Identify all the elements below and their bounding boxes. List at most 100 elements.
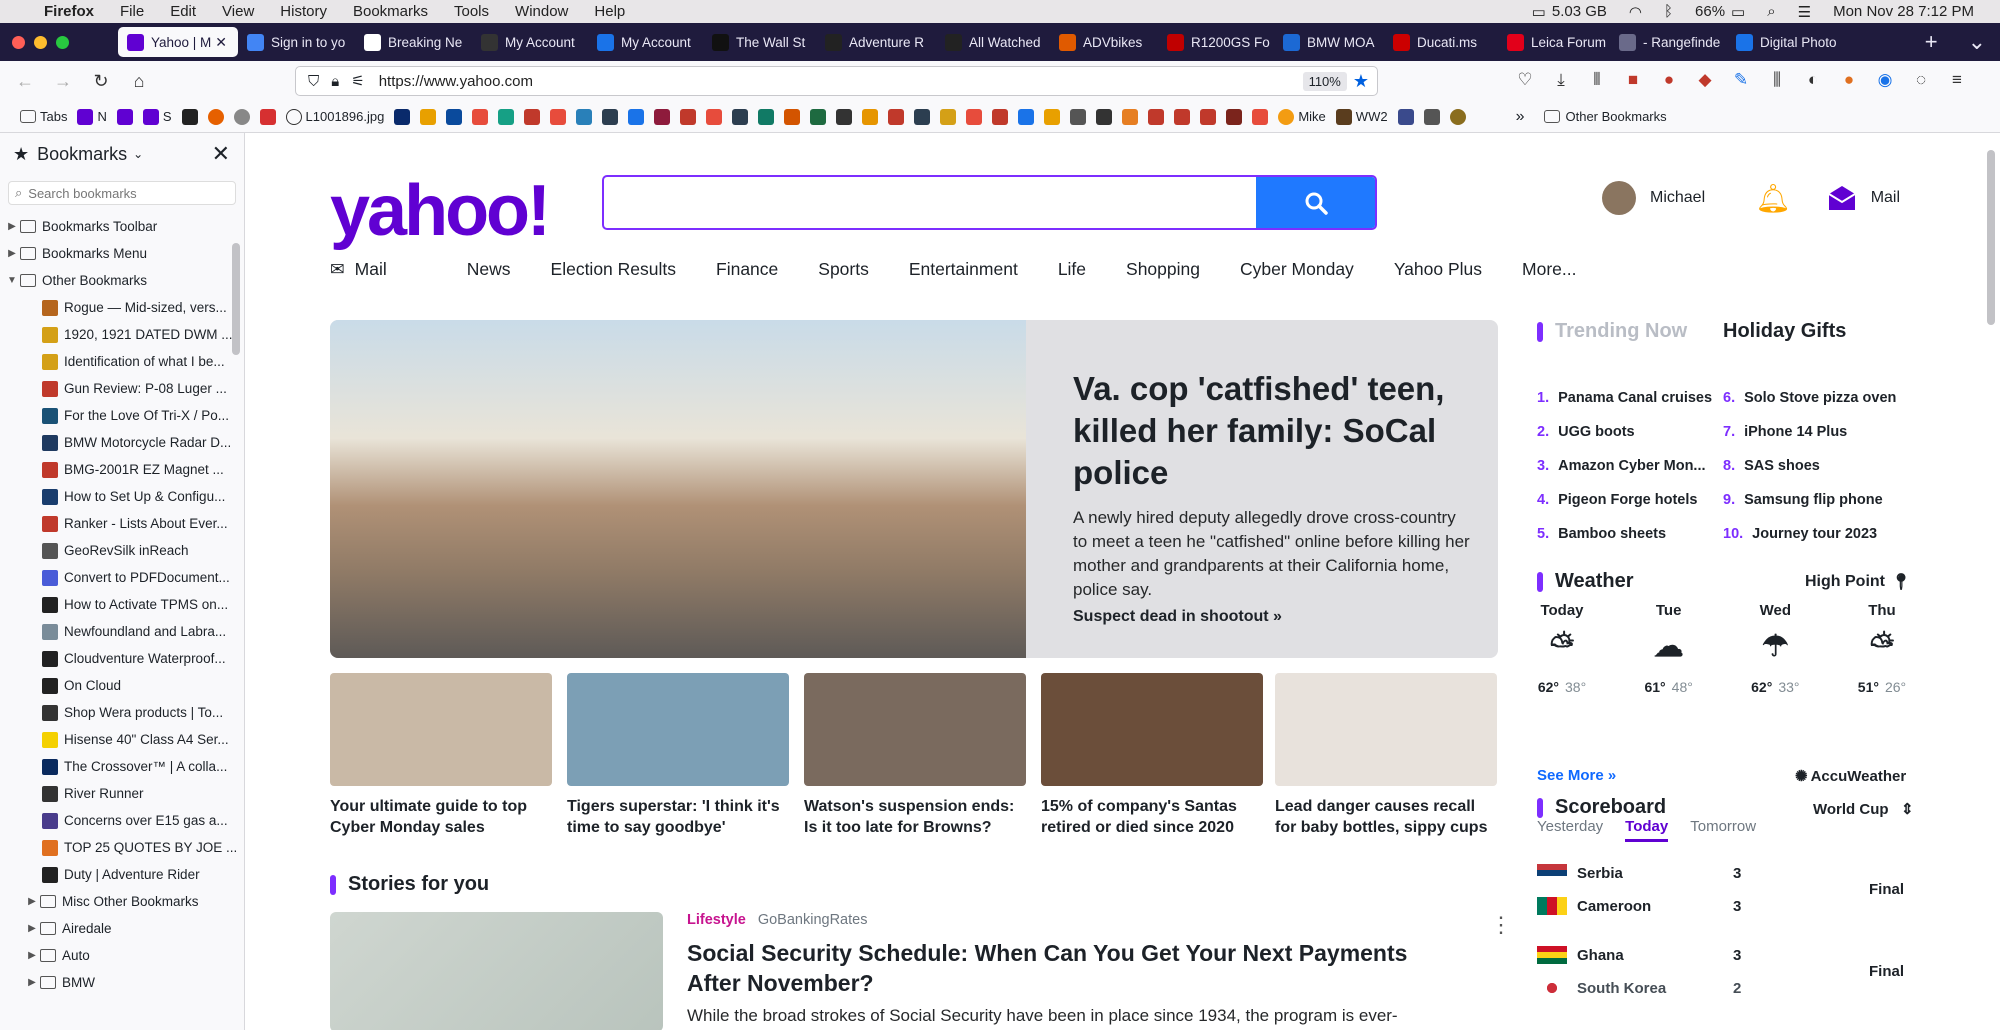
bookmark-item[interactable]: How to Set Up & Configu... bbox=[4, 483, 236, 510]
close-icon[interactable]: ✕ bbox=[212, 141, 230, 167]
chevron-right-icon[interactable]: ▶ bbox=[24, 896, 40, 907]
trending-item[interactable]: 8. SAS shoes bbox=[1723, 449, 1923, 483]
trending-item[interactable]: 1. Panama Canal cruises bbox=[1537, 381, 1717, 415]
nav-life[interactable]: Life bbox=[1058, 259, 1086, 280]
bookmark-item[interactable]: Convert to PDFDocument... bbox=[4, 564, 236, 591]
sidebar-title[interactable]: Bookmarks bbox=[37, 144, 127, 165]
bookmark-item[interactable]: GeoRevSilk inReach bbox=[4, 537, 236, 564]
bookmark-folder[interactable]: ▶ Bookmarks Menu bbox=[4, 240, 236, 267]
list-tabs-icon[interactable]: ⌄ bbox=[1968, 29, 1986, 55]
browser-tab[interactable]: BMW MOA bbox=[1274, 27, 1384, 57]
app-menu-icon[interactable]: ≡ bbox=[1946, 69, 1968, 91]
bookmark-item[interactable]: Concerns over E15 gas a... bbox=[4, 807, 236, 834]
tab-yesterday[interactable]: Yesterday bbox=[1537, 818, 1603, 842]
more-options-icon[interactable]: ⋮ bbox=[1490, 912, 1512, 938]
bookmark-icon-only[interactable] bbox=[1423, 108, 1440, 125]
bookmark-icon-only[interactable] bbox=[472, 108, 489, 125]
hero-title[interactable]: Va. cop 'catfished' teen, killed her fam… bbox=[1073, 368, 1473, 494]
bookmark-item[interactable]: For the Love Of Tri-X / Po... bbox=[4, 402, 236, 429]
page-scrollbar[interactable] bbox=[1987, 150, 1995, 325]
browser-tab[interactable]: Digital Photo bbox=[1727, 27, 1839, 57]
extension-icon[interactable]: ◆ bbox=[1694, 69, 1716, 91]
mail-link[interactable]: Mail bbox=[1827, 184, 1900, 212]
home-icon[interactable]: ⌂ bbox=[120, 71, 158, 92]
bookmark-icon-only[interactable] bbox=[836, 108, 853, 125]
bookmark-folder[interactable]: ▶ Misc Other Bookmarks bbox=[4, 888, 236, 915]
sidebar-scrollbar[interactable] bbox=[232, 243, 240, 355]
new-tab-icon[interactable]: + bbox=[1925, 29, 1938, 55]
battery-percent[interactable]: 66% bbox=[1695, 3, 1725, 20]
menu-app-name[interactable]: Firefox bbox=[44, 3, 94, 20]
browser-tab[interactable]: My Account bbox=[588, 27, 703, 57]
bookmark-item[interactable]: BMW Motorcycle Radar D... bbox=[4, 429, 236, 456]
trending-tab[interactable]: Trending Now bbox=[1555, 320, 1687, 343]
browser-tab[interactable]: Breaking Ne bbox=[355, 27, 472, 57]
search-bookmarks-input[interactable]: ⌕ Search bookmarks bbox=[8, 181, 236, 205]
bluetooth-icon[interactable]: ᛒ bbox=[1664, 3, 1673, 20]
browser-tab[interactable]: Sign in to yo bbox=[238, 27, 355, 57]
tab-tomorrow[interactable]: Tomorrow bbox=[1690, 818, 1756, 842]
zoom-indicator[interactable]: 110% bbox=[1302, 71, 1347, 91]
news-card[interactable]: Tigers superstar: 'I think it's time to … bbox=[567, 673, 789, 838]
chevron-down-icon[interactable]: ▼ bbox=[4, 275, 20, 286]
bookmark-item[interactable]: Cloudventure Waterproof... bbox=[4, 645, 236, 672]
memory-readout[interactable]: 5.03 GB bbox=[1552, 3, 1607, 20]
bookmark-icon-only[interactable] bbox=[550, 108, 567, 125]
extension-icon[interactable]: ✎ bbox=[1730, 69, 1752, 91]
bookmark-item[interactable]: BMG-2001R EZ Magnet ... bbox=[4, 456, 236, 483]
browser-tab[interactable]: All Watched bbox=[936, 27, 1050, 57]
bookmark-icon-only[interactable] bbox=[1252, 108, 1269, 125]
bookmark-icon-only[interactable] bbox=[966, 108, 983, 125]
menu-history[interactable]: History bbox=[280, 3, 327, 20]
news-card-image[interactable] bbox=[804, 673, 1026, 786]
news-card-title[interactable]: Watson's suspension ends: Is it too late… bbox=[804, 796, 1026, 838]
wifi-icon[interactable]: ◠ bbox=[1629, 3, 1642, 21]
news-card-image[interactable] bbox=[567, 673, 789, 786]
browser-tab[interactable]: The Wall St bbox=[703, 27, 816, 57]
search-box[interactable] bbox=[602, 175, 1377, 230]
bookmark-item[interactable]: TOP 25 QUOTES BY JOE ... bbox=[4, 834, 236, 861]
browser-tab[interactable]: R1200GS Fo bbox=[1158, 27, 1274, 57]
bookmark-item[interactable]: Gun Review: P-08 Luger ... bbox=[4, 375, 236, 402]
bell-icon[interactable]: 🔔︎ bbox=[1755, 182, 1791, 215]
chevron-right-icon[interactable]: ▶ bbox=[4, 248, 20, 259]
bookmark-folder[interactable]: ▶ Bookmarks Toolbar bbox=[4, 213, 236, 240]
news-card-image[interactable] bbox=[330, 673, 552, 786]
bookmark-icon-only[interactable] bbox=[628, 108, 645, 125]
bookmark-icon-only[interactable] bbox=[233, 108, 250, 125]
battery-icon[interactable]: ▭ bbox=[1731, 3, 1745, 21]
menu-edit[interactable]: Edit bbox=[170, 3, 196, 20]
bookmark-icon-only[interactable] bbox=[1449, 108, 1466, 125]
forecast-day[interactable]: Wed ☂︎ 62° 33° bbox=[1750, 602, 1800, 695]
bookmark-folder[interactable]: ▶ Airedale bbox=[4, 915, 236, 942]
bookmark-item[interactable]: Identification of what I be... bbox=[4, 348, 236, 375]
bookmark-mike[interactable]: Mike bbox=[1278, 108, 1326, 125]
trending-item[interactable]: 9. Samsung flip phone bbox=[1723, 483, 1923, 517]
browser-tab[interactable]: - Rangefinde bbox=[1610, 27, 1727, 57]
close-tab-icon[interactable]: ✕ bbox=[215, 34, 227, 51]
bookmark-icon-only[interactable] bbox=[1397, 108, 1414, 125]
lock-icon[interactable]: 🔒︎ bbox=[331, 73, 339, 90]
bookmark-icon-only[interactable] bbox=[680, 108, 697, 125]
bookmark-folder[interactable]: ▼ Other Bookmarks bbox=[4, 267, 236, 294]
bookmark-icon-only[interactable] bbox=[259, 108, 276, 125]
bookmark-icon-only[interactable] bbox=[862, 108, 879, 125]
bookmark-folder-tabs[interactable]: Tabs bbox=[20, 109, 67, 124]
bookmark-icon-only[interactable] bbox=[576, 108, 593, 125]
other-bookmarks-folder[interactable]: Other Bookmarks bbox=[1544, 109, 1667, 124]
nav-news[interactable]: News bbox=[467, 259, 511, 280]
hero-cta[interactable]: Suspect dead in shootout » bbox=[1073, 608, 1473, 626]
bookmark-icon-only[interactable] bbox=[1174, 108, 1191, 125]
library-icon[interactable]: ⫴ bbox=[1586, 69, 1608, 91]
pocket-icon[interactable]: ♡ bbox=[1514, 69, 1536, 91]
news-card[interactable]: Watson's suspension ends: Is it too late… bbox=[804, 673, 1026, 838]
bookmark-icon-only[interactable] bbox=[784, 108, 801, 125]
extension-icon[interactable]: ● bbox=[1838, 69, 1860, 91]
holiday-gifts-tab[interactable]: Holiday Gifts bbox=[1723, 320, 1846, 343]
nav-election-results[interactable]: Election Results bbox=[551, 259, 676, 280]
chevron-right-icon[interactable]: ▶ bbox=[24, 923, 40, 934]
bookmark-icon-only[interactable] bbox=[732, 108, 749, 125]
browser-tab[interactable]: Ducati.ms bbox=[1384, 27, 1498, 57]
extension-icon[interactable]: ■ bbox=[1622, 69, 1644, 91]
menu-window[interactable]: Window bbox=[515, 3, 568, 20]
